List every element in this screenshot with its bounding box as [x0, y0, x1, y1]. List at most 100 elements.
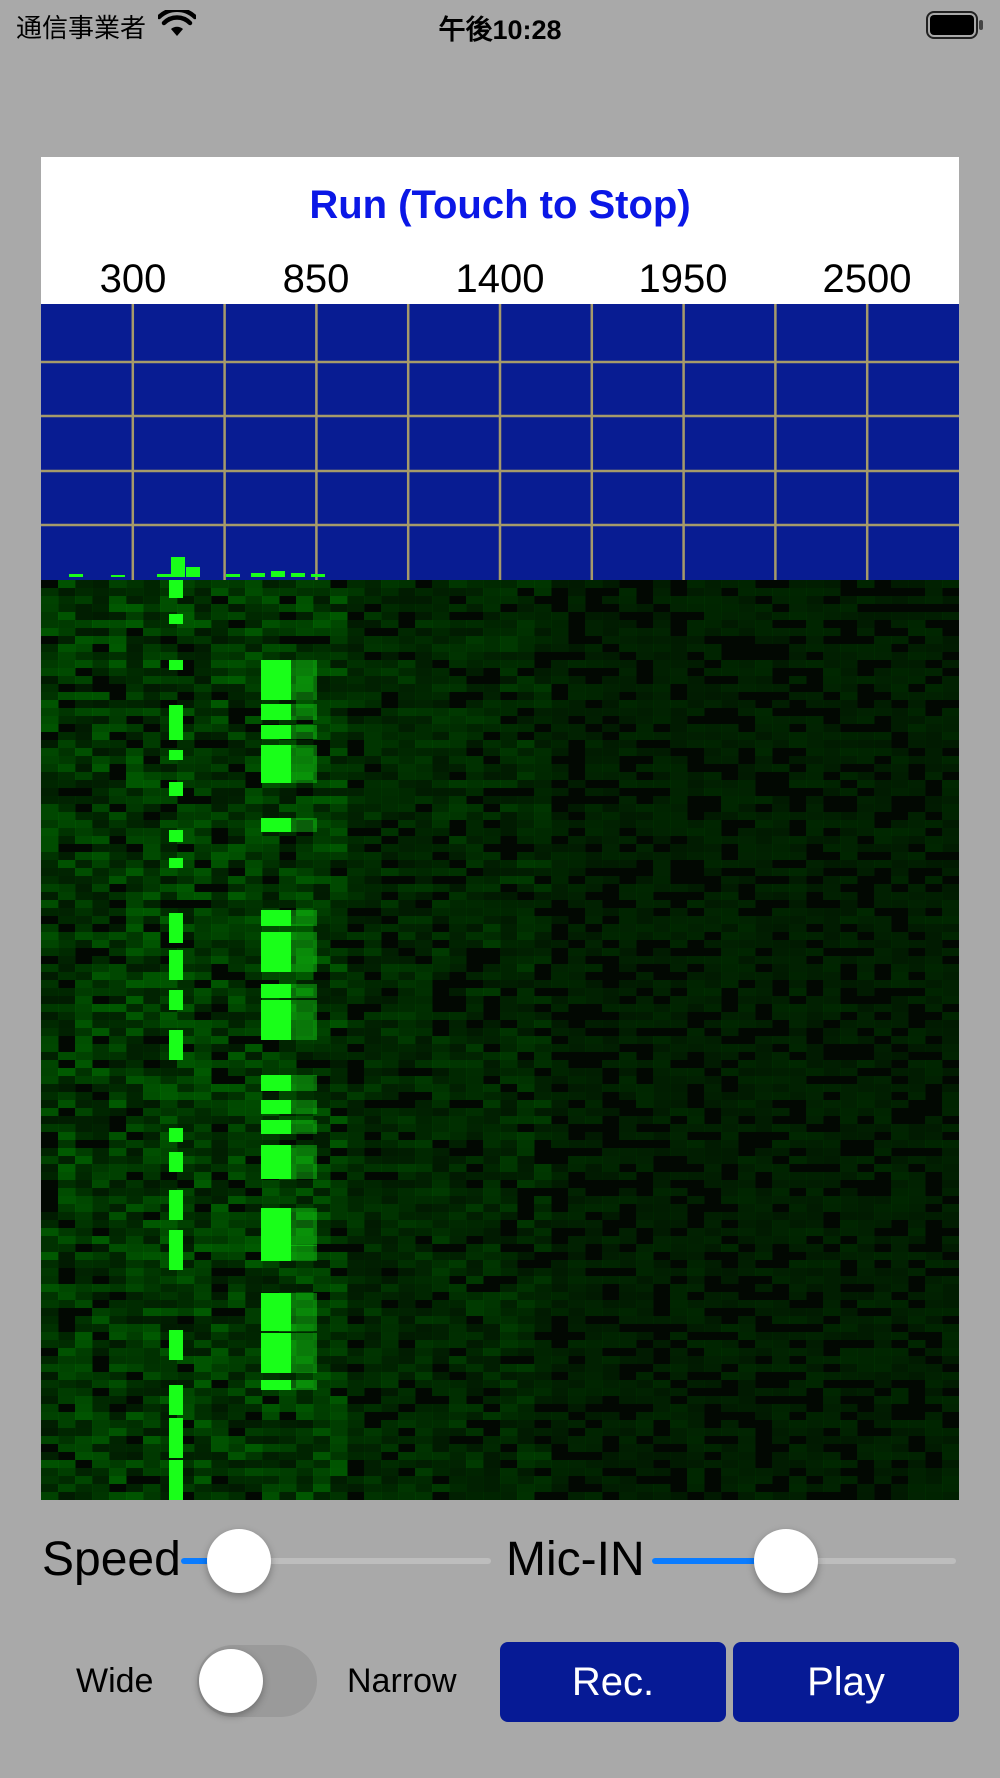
waterfall-noise-cell — [245, 620, 263, 628]
waterfall-noise-cell — [568, 1492, 586, 1500]
waterfall-noise-cell — [330, 884, 348, 892]
waterfall-noise-cell — [75, 1276, 93, 1284]
waterfall-noise-cell — [908, 1068, 926, 1076]
waterfall-noise-cell — [245, 1068, 263, 1076]
waterfall-noise-cell — [41, 1484, 59, 1492]
waterfall-noise-cell — [602, 708, 620, 716]
waterfall-noise-cell — [636, 916, 654, 924]
waterfall-noise-cell — [194, 1108, 212, 1116]
waterfall-noise-cell — [398, 1204, 416, 1212]
play-button[interactable]: Play — [733, 1642, 959, 1722]
waterfall-noise-cell — [823, 700, 841, 708]
waterfall-noise-cell — [75, 636, 93, 644]
waterfall-noise-cell — [772, 908, 790, 916]
waterfall-noise-cell — [823, 884, 841, 892]
speed-slider-thumb[interactable] — [207, 1529, 271, 1593]
waterfall-noise-cell — [823, 1404, 841, 1412]
waterfall-noise-cell — [772, 1420, 790, 1428]
waterfall-noise-cell — [789, 1292, 807, 1300]
waterfall-noise-cell — [874, 1028, 892, 1036]
waterfall-noise-cell — [585, 1444, 603, 1452]
waterfall-noise-cell — [92, 1396, 110, 1404]
waterfall-noise-cell — [75, 1452, 93, 1460]
waterfall-noise-cell — [534, 1228, 552, 1236]
waterfall-noise-cell — [925, 612, 943, 620]
waterfall-noise-cell — [449, 1228, 467, 1236]
waterfall-noise-cell — [41, 852, 59, 860]
waterfall-noise-cell — [636, 1452, 654, 1460]
waterfall-noise-cell — [58, 1364, 76, 1372]
waterfall-tone-b-smear — [291, 1245, 317, 1261]
waterfall-noise-cell — [891, 1236, 909, 1244]
waterfall-noise-cell — [738, 1452, 756, 1460]
waterfall-noise-cell — [364, 620, 382, 628]
waterfall-noise-cell — [500, 932, 518, 940]
waterfall-noise-cell — [194, 1076, 212, 1084]
narrow-label: Narrow — [347, 1662, 457, 1700]
waterfall-noise-cell — [41, 684, 59, 692]
waterfall-noise-cell — [41, 844, 59, 852]
bandwidth-toggle[interactable] — [197, 1645, 317, 1717]
waterfall-noise-cell — [415, 596, 433, 604]
waterfall-noise-cell — [194, 1308, 212, 1316]
mic-in-slider-thumb[interactable] — [754, 1529, 818, 1593]
waterfall-noise-cell — [211, 908, 229, 916]
waterfall-noise-cell — [160, 812, 178, 820]
waterfall-noise-cell — [551, 1356, 569, 1364]
waterfall-noise-cell — [364, 748, 382, 756]
waterfall-noise-cell — [721, 876, 739, 884]
waterfall-noise-cell — [704, 1092, 722, 1100]
waterfall-noise-cell — [228, 1436, 246, 1444]
waterfall-noise-cell — [755, 1244, 773, 1252]
waterfall-noise-cell — [245, 1228, 263, 1236]
waterfall-noise-cell — [636, 1260, 654, 1268]
waterfall-noise-cell — [653, 1132, 671, 1140]
waterfall-noise-cell — [211, 652, 229, 660]
waterfall-noise-cell — [109, 1212, 127, 1220]
waterfall-noise-cell — [483, 1460, 501, 1468]
waterfall-noise-cell — [92, 1108, 110, 1116]
rec-button[interactable]: Rec. — [500, 1642, 726, 1722]
panel-header[interactable]: Run (Touch to Stop) 300 850 1400 1950 25… — [41, 157, 959, 304]
waterfall-noise-cell — [721, 1156, 739, 1164]
waterfall-noise-cell — [432, 1116, 450, 1124]
waterfall-noise-cell — [857, 964, 875, 972]
waterfall-noise-cell — [568, 580, 586, 588]
waterfall-noise-cell — [483, 1452, 501, 1460]
waterfall-noise-cell — [738, 1076, 756, 1084]
waterfall-noise-cell — [738, 844, 756, 852]
waterfall-noise-cell — [840, 692, 858, 700]
waterfall-noise-cell — [942, 892, 959, 900]
waterfall-noise-cell — [109, 596, 127, 604]
waterfall-noise-cell — [381, 1028, 399, 1036]
waterfall-noise-cell — [347, 580, 365, 588]
waterfall-noise-cell — [92, 1100, 110, 1108]
waterfall-noise-cell — [772, 964, 790, 972]
waterfall-noise-cell — [738, 1020, 756, 1028]
waterfall-noise-cell — [126, 1348, 144, 1356]
spectrum-panel[interactable]: Run (Touch to Stop) 300 850 1400 1950 25… — [41, 157, 959, 1500]
waterfall-noise-cell — [602, 1420, 620, 1428]
waterfall-noise-cell — [194, 652, 212, 660]
waterfall-noise-cell — [466, 884, 484, 892]
waterfall-noise-cell — [58, 1260, 76, 1268]
waterfall-noise-cell — [330, 1484, 348, 1492]
waterfall-noise-cell — [738, 628, 756, 636]
waterfall-noise-cell — [840, 820, 858, 828]
waterfall-noise-cell — [160, 1100, 178, 1108]
waterfall-noise-cell — [619, 836, 637, 844]
waterfall-noise-cell — [449, 732, 467, 740]
waterfall-noise-cell — [330, 1468, 348, 1476]
waterfall-noise-cell — [721, 972, 739, 980]
waterfall-noise-cell — [823, 1300, 841, 1308]
waterfall-noise-cell — [483, 972, 501, 980]
waterfall-noise-cell — [126, 668, 144, 676]
waterfall-noise-cell — [466, 1220, 484, 1228]
waterfall-noise-cell — [364, 948, 382, 956]
waterfall-noise-cell — [381, 1148, 399, 1156]
waterfall-noise-cell — [636, 956, 654, 964]
waterfall-noise-cell — [585, 980, 603, 988]
waterfall-noise-cell — [738, 788, 756, 796]
waterfall-noise-cell — [721, 860, 739, 868]
run-stop-title[interactable]: Run (Touch to Stop) — [41, 183, 959, 228]
